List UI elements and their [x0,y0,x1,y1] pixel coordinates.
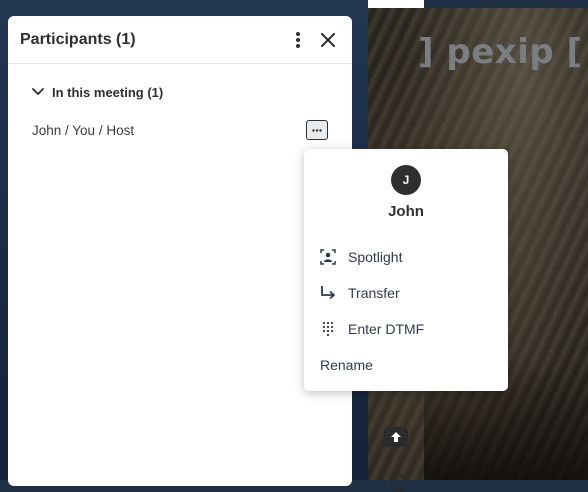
menu-item-rename[interactable]: Rename [320,353,496,377]
keypad-icon [320,321,336,337]
more-horizontal-icon [312,128,322,132]
transfer-arrow-icon [320,285,336,301]
section-toggle-in-meeting[interactable]: In this meeting (1) [32,82,352,102]
close-icon [321,32,335,47]
upload-arrow-icon [391,432,401,442]
participant-row: John / You / Host [32,120,328,140]
panel-title: Participants (1) [20,30,136,48]
participant-name: John / You / Host [32,122,135,138]
avatar: J [391,165,421,195]
pexip-logo: ] pexip [ [418,32,583,72]
menu-item-label: Spotlight [348,249,403,265]
menu-participant-name: John [388,203,424,220]
kebab-menu-icon [296,31,300,48]
menu-item-label: Rename [320,357,373,373]
menu-item-label: Transfer [348,285,400,301]
chevron-down-icon [32,88,44,95]
section-label: In this meeting (1) [52,84,164,100]
participant-more-button[interactable] [306,120,328,140]
participants-panel: Participants (1) In this meeting (1) Joh… [8,16,352,486]
participant-context-menu: J John Spotlight Transfer Enter DTMF Ren… [304,149,508,391]
menu-item-transfer[interactable]: Transfer [320,281,496,305]
panel-options-button[interactable] [286,28,310,52]
menu-item-label: Enter DTMF [348,321,425,337]
share-screen-button[interactable] [384,427,408,447]
menu-item-spotlight[interactable]: Spotlight [320,245,496,269]
close-panel-button[interactable] [316,28,340,52]
menu-item-enter-dtmf[interactable]: Enter DTMF [320,317,496,341]
toolbar-button-partial-ring[interactable] [389,474,407,492]
spotlight-icon [320,249,336,265]
panel-header: Participants (1) [8,16,352,64]
